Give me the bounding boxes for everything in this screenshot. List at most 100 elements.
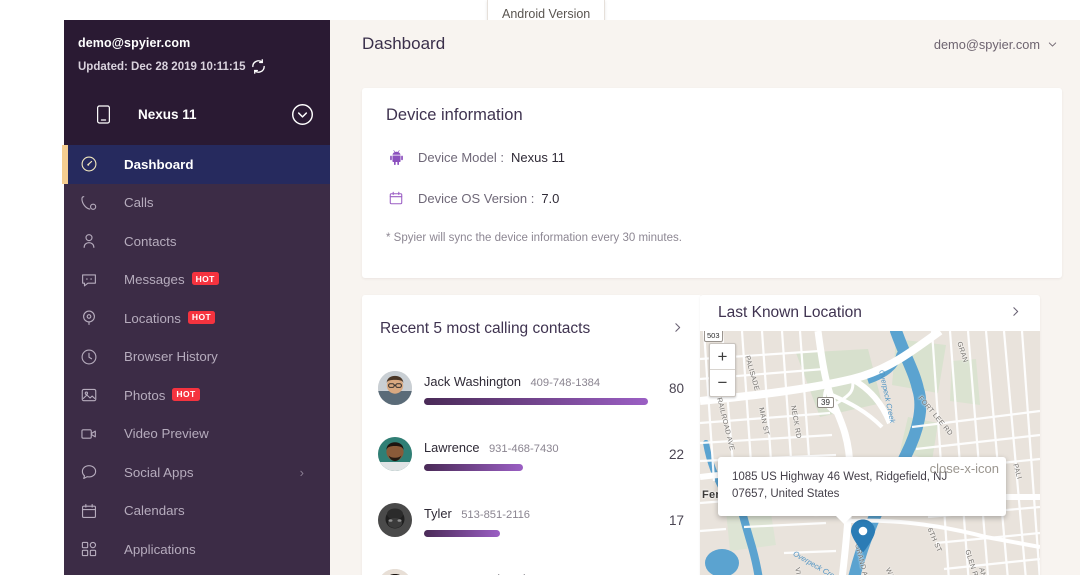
map-zoom-out-button[interactable]: − <box>710 370 735 396</box>
image-icon <box>78 386 100 404</box>
contact-name-line: Lawrence 931-468-7430 <box>424 439 648 457</box>
hot-badge-photos: HOT <box>172 388 199 401</box>
device-model-value: Nexus 11 <box>511 150 565 165</box>
clock-icon <box>78 348 100 366</box>
contact-row-2[interactable]: Tyler 513-851-2116 17 <box>378 487 684 553</box>
contact-name: Tyler <box>424 506 452 521</box>
device-information-card: Device information Device Model : Nexus … <box>362 88 1062 278</box>
contact-bar-track <box>424 530 648 537</box>
contact-call-count: 22 <box>654 447 684 462</box>
chevron-right-icon[interactable] <box>1009 305 1022 322</box>
contact-name: Lawrence <box>424 440 480 455</box>
map-zoom-in-button[interactable]: + <box>710 344 735 370</box>
speech-bubble-icon <box>78 463 100 481</box>
chevron-right-icon[interactable] <box>671 321 684 338</box>
device-os-row: Device OS Version : 7.0 <box>386 190 1062 206</box>
contacts-card-title: Recent 5 most calling contacts <box>380 320 590 338</box>
account-menu[interactable]: demo@spyier.com <box>934 37 1058 52</box>
location-card-header: Last Known Location <box>700 295 1040 331</box>
sidebar-account-section: demo@spyier.com Updated: Dec 28 2019 10:… <box>64 20 330 145</box>
contact-call-count: 17 <box>654 513 684 528</box>
sidebar-label-contacts: Contacts <box>124 234 176 249</box>
video-camera-icon <box>78 425 100 443</box>
sidebar-item-video-preview[interactable]: Video Preview <box>64 415 330 454</box>
avatar <box>378 569 412 575</box>
phone-icon <box>92 105 114 124</box>
sidebar-label-browser-history: Browser History <box>124 349 218 364</box>
device-os-label: Device OS Version : <box>418 191 534 206</box>
avatar <box>378 437 412 471</box>
sidebar-label-locations: Locations <box>124 311 181 326</box>
hot-badge-locations: HOT <box>188 311 215 324</box>
contact-body: Jack Washington 409-748-1384 <box>424 371 648 405</box>
calendar-icon <box>386 190 406 206</box>
sidebar-label-video-preview: Video Preview <box>124 426 209 441</box>
contact-phone: 409-748-1384 <box>530 377 600 389</box>
sidebar-updated-text: Updated: Dec 28 2019 10:11:15 <box>78 61 245 73</box>
contact-call-count: 80 <box>654 381 684 396</box>
last-known-location-card: Last Known Location <box>700 295 1040 575</box>
sidebar-item-locations[interactable]: Locations HOT <box>64 299 330 338</box>
sidebar: demo@spyier.com Updated: Dec 28 2019 10:… <box>64 20 330 575</box>
sidebar-item-dashboard[interactable]: Dashboard <box>64 145 330 184</box>
sidebar-item-messages[interactable]: Messages HOT <box>64 261 330 300</box>
contact-name-line: Joyce J. Seabrook 208-424-4913 <box>424 571 648 575</box>
contact-row-0[interactable]: Jack Washington 409-748-1384 80 <box>378 355 684 421</box>
contact-phone: 931-468-7430 <box>489 443 559 455</box>
device-selector[interactable]: Nexus 11 <box>78 91 330 137</box>
sidebar-item-calendars[interactable]: Calendars <box>64 492 330 531</box>
sidebar-nav: Dashboard Calls Contacts <box>64 145 330 569</box>
contact-bar-track <box>424 464 648 471</box>
sidebar-label-applications: Applications <box>124 542 196 557</box>
contact-row-3[interactable]: Joyce J. Seabrook 208-424-4913 15 <box>378 553 684 575</box>
contact-name-line: Jack Washington 409-748-1384 <box>424 373 648 391</box>
sidebar-updated-row: Updated: Dec 28 2019 10:11:15 <box>78 58 330 75</box>
account-menu-email: demo@spyier.com <box>934 37 1040 52</box>
sidebar-item-browser-history[interactable]: Browser History <box>64 338 330 377</box>
contact-body: Lawrence 931-468-7430 <box>424 437 648 471</box>
sidebar-item-calls[interactable]: Calls <box>64 184 330 223</box>
contact-name-line: Tyler 513-851-2116 <box>424 505 648 523</box>
route-shield-39: 39 <box>817 397 834 408</box>
user-icon <box>78 232 100 250</box>
sidebar-item-contacts[interactable]: Contacts <box>64 222 330 261</box>
contacts-card-header: Recent 5 most calling contacts <box>362 311 702 347</box>
contacts-list: Jack Washington 409-748-1384 80 <box>362 347 702 575</box>
device-information-title: Device information <box>386 106 1062 125</box>
contact-name: Jack Washington <box>424 374 521 389</box>
chevron-down-circle-icon[interactable] <box>291 103 314 126</box>
close-x-icon[interactable]: close-x-icon <box>930 461 999 476</box>
browser-tab-label: Android Version <box>502 7 590 21</box>
android-robot-icon <box>386 149 406 166</box>
device-model-label: Device Model : <box>418 150 504 165</box>
contact-bar-fill <box>424 464 523 471</box>
device-sync-note: * Spyier will sync the device informatio… <box>386 232 1062 244</box>
map-canvas[interactable]: + − 503 39 PALISADE RAILROAD AVE MAN ST … <box>700 331 1040 575</box>
device-os-value: 7.0 <box>541 191 559 206</box>
sidebar-item-applications[interactable]: Applications <box>64 530 330 569</box>
dashboard-gauge-icon <box>78 155 100 173</box>
sidebar-item-social-apps[interactable]: Social Apps › <box>64 453 330 492</box>
contact-bar-fill <box>424 530 500 537</box>
sidebar-label-calendars: Calendars <box>124 503 185 518</box>
recent-calling-contacts-card: Recent 5 most calling contacts <box>362 295 702 575</box>
location-pin-icon <box>78 309 100 327</box>
bubble-tail <box>836 516 852 524</box>
sidebar-label-photos: Photos <box>124 388 165 403</box>
highway-shield-503: 503 <box>704 331 723 342</box>
contact-bar-track <box>424 398 648 405</box>
contact-row-1[interactable]: Lawrence 931-468-7430 22 <box>378 421 684 487</box>
contact-bar-fill <box>424 398 648 405</box>
location-card-title: Last Known Location <box>718 304 862 322</box>
app-root: Android Version demo@spyier.com Updated:… <box>0 0 1080 575</box>
calendar-icon <box>78 502 100 520</box>
chevron-down-icon <box>1047 39 1058 50</box>
sidebar-item-photos[interactable]: Photos HOT <box>64 376 330 415</box>
chevron-right-icon-social-apps: › <box>300 465 304 480</box>
topbar: Dashboard demo@spyier.com <box>330 20 1080 68</box>
device-name-label: Nexus 11 <box>138 107 291 122</box>
map-zoom-controls: + − <box>709 343 736 397</box>
chat-bubble-icon <box>78 271 100 289</box>
contact-phone: 513-851-2116 <box>461 509 530 521</box>
sync-icon[interactable] <box>250 58 267 75</box>
